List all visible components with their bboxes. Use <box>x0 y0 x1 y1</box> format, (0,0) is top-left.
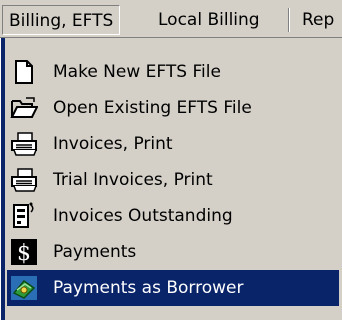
menu-reports[interactable]: Rep <box>296 5 340 35</box>
menu-item-label: Make New EFTS File <box>53 62 221 82</box>
menu-item-label: Invoices Outstanding <box>53 206 233 226</box>
menu-local-billing[interactable]: Local Billing <box>152 5 266 35</box>
menu-separator <box>288 8 290 32</box>
new-file-icon <box>9 57 39 87</box>
menu-billing-efts-label: Billing, EFTS <box>9 11 114 31</box>
printer-icon <box>9 165 39 195</box>
menu-item-make-new-efts-file[interactable]: Make New EFTS File <box>7 54 339 90</box>
printer-icon <box>9 129 39 159</box>
menu-item-label: Open Existing EFTS File <box>53 98 252 118</box>
menu-local-billing-label: Local Billing <box>158 10 260 30</box>
document-list-icon <box>9 201 39 231</box>
menu-bar: Billing, EFTS Local Billing Rep <box>0 0 342 38</box>
menu-item-label: Trial Invoices, Print <box>53 170 213 190</box>
menu-item-label: Payments as Borrower <box>53 278 244 298</box>
menu-item-payments[interactable]: $ Payments <box>7 234 339 270</box>
menu-item-label: Payments <box>53 242 137 262</box>
billing-efts-dropdown: Make New EFTS File Open Existing EFTS Fi… <box>0 38 342 320</box>
money-stack-icon <box>9 273 39 303</box>
menu-item-trial-invoices-print[interactable]: Trial Invoices, Print <box>7 162 339 198</box>
menu-billing-efts[interactable]: Billing, EFTS <box>2 5 121 35</box>
dropdown-left-strip <box>1 38 5 320</box>
menu-item-invoices-print[interactable]: Invoices, Print <box>7 126 339 162</box>
menu-item-invoices-outstanding[interactable]: Invoices Outstanding <box>7 198 339 234</box>
menu-item-payments-as-borrower[interactable]: Payments as Borrower <box>7 270 339 306</box>
menu-reports-label: Rep <box>302 10 335 30</box>
menu-item-label: Invoices, Print <box>53 134 173 154</box>
open-folder-icon <box>9 93 39 123</box>
svg-text:$: $ <box>17 241 31 265</box>
dollar-icon: $ <box>9 237 39 267</box>
menu-item-open-existing-efts-file[interactable]: Open Existing EFTS File <box>7 90 339 126</box>
